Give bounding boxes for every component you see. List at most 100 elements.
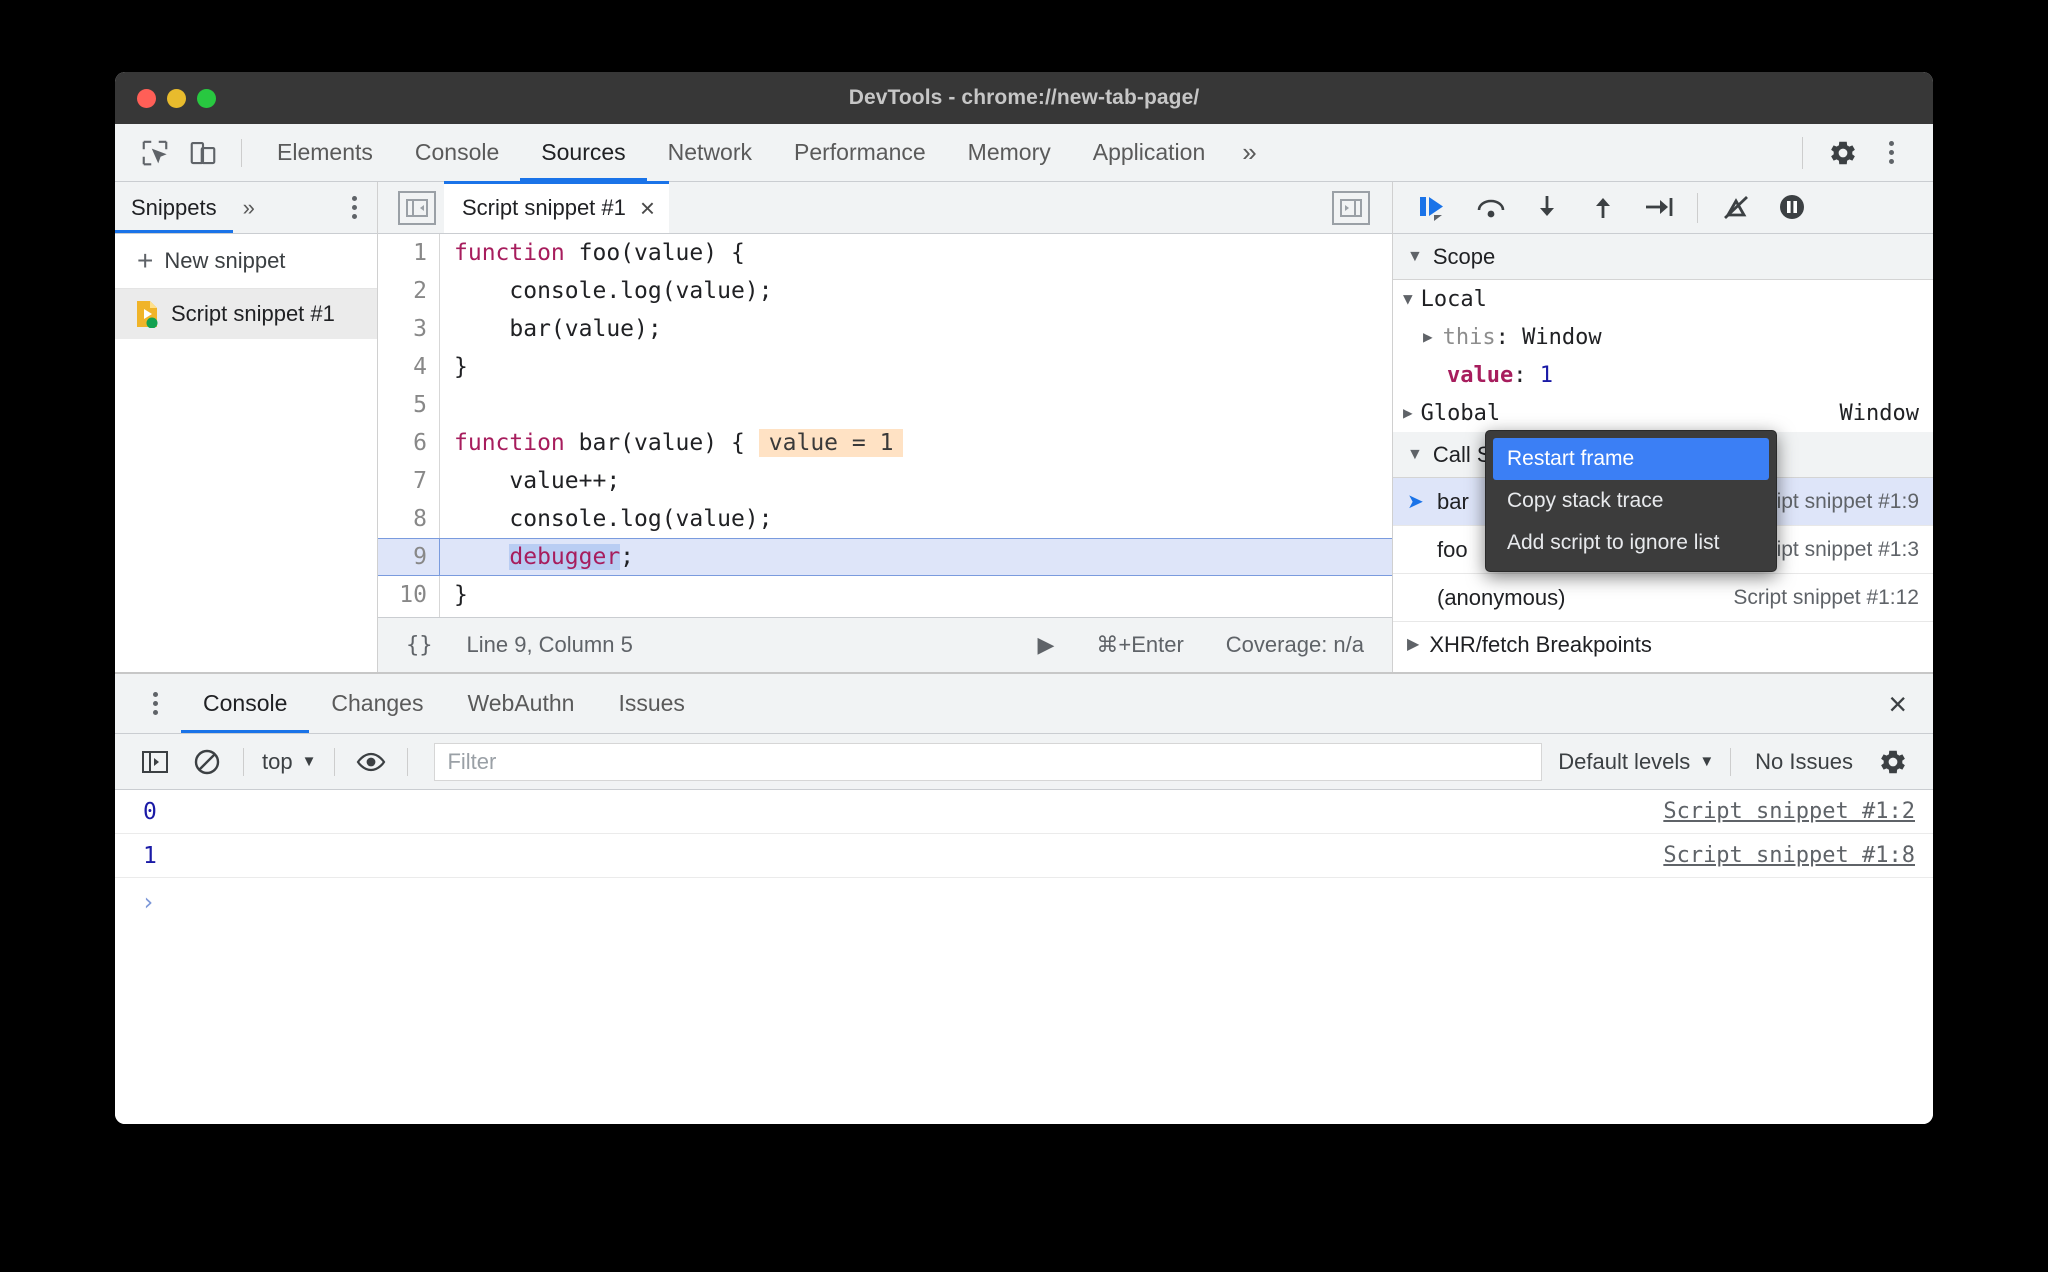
line-number[interactable]: 9 — [378, 538, 440, 576]
deactivate-breakpoints-icon[interactable] — [1708, 183, 1764, 233]
drawer-kebab-menu-icon[interactable] — [129, 679, 181, 729]
tab-snippets[interactable]: Snippets — [115, 182, 233, 233]
drawer-tab-changes[interactable]: Changes — [309, 674, 445, 733]
close-icon[interactable]: × — [640, 195, 655, 221]
menu-item-add-script-to-ignore-list[interactable]: Add script to ignore list — [1493, 522, 1769, 564]
editor-tab-script-snippet-1[interactable]: Script snippet #1 × — [444, 181, 670, 233]
device-toolbar-icon[interactable] — [179, 132, 227, 174]
code-text[interactable]: bar(value); — [440, 310, 661, 348]
close-drawer-icon[interactable]: × — [1888, 688, 1933, 720]
line-number[interactable]: 5 — [378, 386, 440, 424]
code-line[interactable]: 11 — [378, 614, 1392, 617]
line-number[interactable]: 1 — [378, 234, 440, 272]
step-out-of-current-function-icon[interactable] — [1575, 183, 1631, 233]
navigator-more-chevron-icon[interactable]: » — [233, 195, 265, 221]
code-text[interactable]: } — [440, 576, 468, 614]
expand-panel-icon[interactable] — [1332, 190, 1370, 225]
scope-property-this[interactable]: ▶ this : Window — [1393, 318, 1933, 356]
gear-icon[interactable] — [1867, 737, 1919, 787]
drawer-tab-webauthn[interactable]: WebAuthn — [445, 674, 596, 733]
code-line[interactable]: 7 value++; — [378, 462, 1392, 500]
line-number[interactable]: 7 — [378, 462, 440, 500]
new-snippet-button[interactable]: + New snippet — [115, 234, 377, 289]
tab-application[interactable]: Application — [1072, 125, 1227, 181]
line-number[interactable]: 2 — [378, 272, 440, 310]
tab-sources[interactable]: Sources — [520, 125, 648, 181]
line-number[interactable]: 11 — [378, 614, 440, 617]
run-snippet-icon[interactable]: ▶ — [1037, 632, 1054, 658]
code-line[interactable]: 10} — [378, 576, 1392, 614]
kebab-menu-icon[interactable] — [1867, 132, 1915, 174]
line-number[interactable]: 4 — [378, 348, 440, 386]
code-text[interactable]: value++; — [440, 462, 620, 500]
gear-icon[interactable] — [1819, 132, 1867, 174]
collapse-sidebar-icon[interactable] — [398, 190, 436, 225]
code-text[interactable]: function bar(value) {value = 1 — [440, 424, 904, 462]
live-expression-icon[interactable] — [345, 737, 397, 787]
toolbar-divider — [243, 747, 244, 776]
scope-property-value-var[interactable]: value : 1 — [1393, 356, 1933, 394]
resume-script-execution-icon[interactable] — [1407, 183, 1463, 233]
code-line[interactable]: 2 console.log(value); — [378, 272, 1392, 310]
clear-console-icon[interactable] — [181, 737, 233, 787]
code-line[interactable]: 6 function bar(value) {value = 1 — [378, 424, 1392, 462]
code-line[interactable]: 3 bar(value); — [378, 310, 1392, 348]
console-message-source-link[interactable]: Script snippet #1:2 — [1663, 799, 1915, 824]
chevron-right-icon[interactable]: ▶ — [1423, 329, 1433, 345]
line-number[interactable]: 8 — [378, 500, 440, 538]
navigator-kebab-menu-icon[interactable] — [332, 196, 377, 219]
code-token: console.log(value); — [454, 278, 773, 304]
tab-network[interactable]: Network — [647, 125, 773, 181]
drawer-tab-console[interactable]: Console — [181, 674, 310, 733]
scope-property-key: value — [1447, 362, 1514, 388]
devtools-body: Snippets » + New snippet Script snippet … — [115, 181, 1933, 1124]
tab-performance[interactable]: Performance — [773, 125, 947, 181]
console-sidebar-icon[interactable] — [129, 737, 181, 787]
pause-on-exceptions-icon[interactable] — [1764, 183, 1820, 233]
console-levels-selector[interactable]: Default levels ▼ — [1558, 749, 1720, 775]
menu-item-copy-stack-trace[interactable]: Copy stack trace — [1493, 480, 1769, 522]
list-item-script-snippet-1[interactable]: Script snippet #1 — [115, 289, 377, 339]
step-icon[interactable] — [1631, 183, 1687, 233]
xhr-breakpoints-section-header[interactable]: ▶ XHR/fetch Breakpoints — [1393, 622, 1933, 668]
code-line[interactable]: 1 function foo(value) { — [378, 234, 1392, 272]
code-line[interactable]: 5 — [378, 386, 1392, 424]
drawer-tab-issues[interactable]: Issues — [596, 674, 706, 733]
pretty-print-icon[interactable]: {} — [406, 633, 433, 658]
scope-group-global[interactable]: ▶ Global Window — [1393, 394, 1933, 432]
line-number[interactable]: 10 — [378, 576, 440, 614]
run-shortcut-label: ⌘+Enter — [1096, 632, 1184, 657]
code-token: } — [454, 582, 468, 608]
menu-item-restart-frame[interactable]: Restart frame — [1493, 438, 1769, 480]
step-over-next-function-call-icon[interactable] — [1463, 183, 1519, 233]
chevron-right-icon[interactable]: ▶ — [1403, 405, 1413, 421]
scope-group-local[interactable]: ▼ Local — [1393, 280, 1933, 318]
code-line[interactable]: 8 console.log(value); — [378, 500, 1392, 538]
line-number[interactable]: 3 — [378, 310, 440, 348]
call-stack-frame-anonymous[interactable]: (anonymous) Script snippet #1:12 — [1393, 574, 1933, 622]
step-into-next-function-call-icon[interactable] — [1519, 183, 1575, 233]
console-filter-input[interactable]: Filter — [434, 742, 1543, 781]
no-issues-button[interactable]: No Issues — [1741, 749, 1867, 775]
code-editor[interactable]: 1 function foo(value) {2 console.log(valu… — [378, 234, 1392, 617]
code-text[interactable]: console.log(value); — [440, 272, 773, 310]
code-text[interactable]: } — [440, 348, 468, 386]
inspect-element-icon[interactable] — [131, 132, 179, 174]
tab-memory[interactable]: Memory — [947, 125, 1072, 181]
code-text[interactable]: debugger; — [440, 538, 634, 576]
console-context-selector[interactable]: top ▼ — [254, 749, 324, 775]
coverage-label: Coverage: n/a — [1225, 632, 1364, 657]
more-tabs-chevron-icon[interactable]: » — [1226, 137, 1272, 168]
code-line[interactable]: 9 debugger; — [378, 538, 1392, 576]
line-number[interactable]: 6 — [378, 424, 440, 462]
tab-elements[interactable]: Elements — [256, 125, 394, 181]
scope-section-header[interactable]: ▼ Scope — [1393, 234, 1933, 280]
console-prompt[interactable]: › — [115, 878, 1933, 926]
code-token: ; — [620, 544, 635, 570]
toolbar-divider — [1697, 192, 1698, 223]
console-message-source-link[interactable]: Script snippet #1:8 — [1663, 843, 1915, 868]
code-text[interactable]: console.log(value); — [440, 500, 772, 538]
code-line[interactable]: 4} — [378, 348, 1392, 386]
code-text[interactable]: function foo(value) { — [440, 234, 745, 272]
tab-console[interactable]: Console — [394, 125, 520, 181]
